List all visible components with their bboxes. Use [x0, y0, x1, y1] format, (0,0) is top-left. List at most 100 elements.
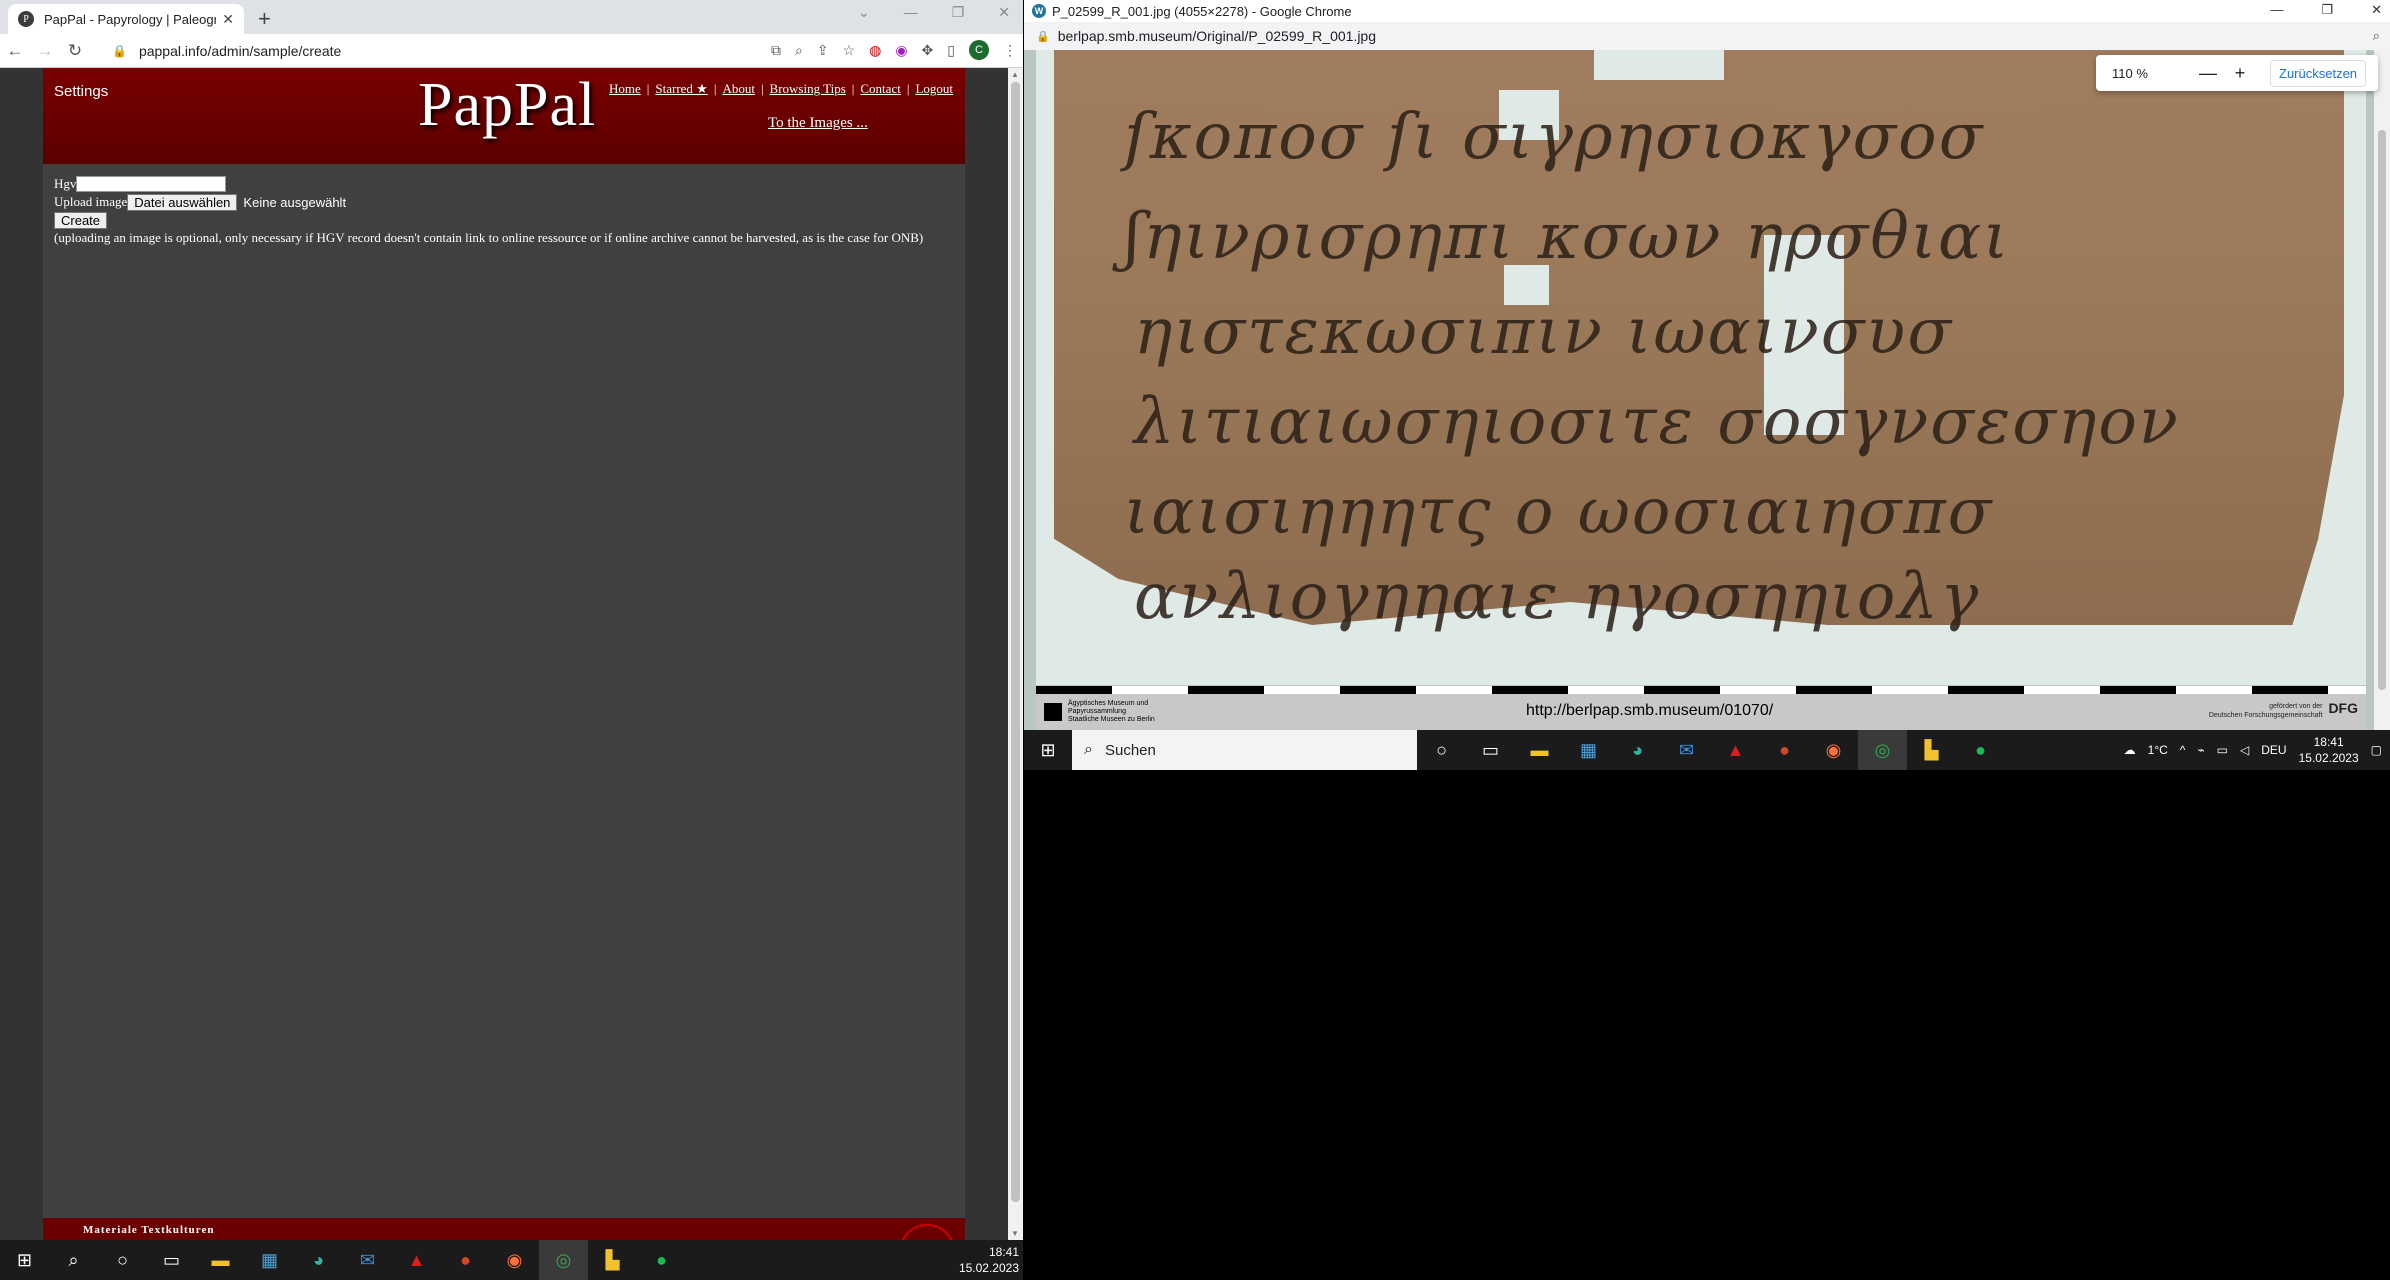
acrobat-icon[interactable]: ▲ [1711, 730, 1760, 770]
settings-link[interactable]: Settings [54, 83, 108, 100]
hgv-input[interactable] [76, 176, 227, 192]
store-icon[interactable]: ▦ [245, 1240, 294, 1280]
extension-purple-icon[interactable]: ◉ [895, 42, 907, 59]
close-window-icon[interactable]: ✕ [998, 4, 1010, 21]
nav-separator: | [851, 81, 855, 96]
weather-icon[interactable]: ☁ [2124, 743, 2136, 757]
file-manager-icon[interactable]: ▙ [1907, 730, 1956, 770]
nav-about[interactable]: About [722, 81, 755, 96]
tab-title: PapPal - Papyrology | Paleograph [44, 11, 217, 27]
scroll-up-icon[interactable]: ▲ [1011, 70, 1019, 79]
profile-avatar[interactable]: C [969, 40, 989, 60]
search-icon[interactable]: ⌕ [49, 1240, 98, 1280]
extensions-puzzle-icon[interactable]: ✥ [922, 42, 934, 59]
battery-icon[interactable]: ▭ [2217, 743, 2228, 757]
speaker-icon[interactable]: ◁ [2240, 743, 2249, 757]
zoom-out-button[interactable]: — [2192, 63, 2224, 84]
windows-start-icon[interactable]: ⊞ [0, 1240, 49, 1280]
sidepanel-icon[interactable]: ▯ [947, 42, 955, 59]
firefox-icon[interactable]: ◉ [490, 1240, 539, 1280]
minimize-icon[interactable]: — [2270, 2, 2283, 18]
file-explorer-icon[interactable]: ▬ [1515, 730, 1564, 770]
spotify-icon[interactable]: ● [1956, 730, 2005, 770]
spotify-icon[interactable]: ● [637, 1240, 686, 1280]
mail-icon[interactable]: ✉ [1662, 730, 1711, 770]
taskbar-clock[interactable]: 18:41 15.02.2023 [2299, 734, 2359, 766]
nav-contact[interactable]: Contact [860, 81, 900, 96]
site-logo: PapPal [418, 71, 597, 139]
network-icon[interactable]: ⌁ [2197, 743, 2204, 757]
handwriting-line: ʃηινρισρηπι κσων ηρσθιαι [1124, 200, 2011, 274]
address-url: pappal.info/admin/sample/create [138, 43, 342, 59]
file-manager-icon[interactable]: ▙ [588, 1240, 637, 1280]
task-view-icon[interactable]: ▭ [1466, 730, 1515, 770]
close-window-icon[interactable]: ✕ [2371, 2, 2382, 18]
zoom-reset-button[interactable]: Zurücksetzen [2270, 59, 2367, 87]
cortana-icon[interactable]: ○ [1417, 730, 1466, 770]
right-scrollbar[interactable] [2374, 50, 2390, 730]
task-view-icon[interactable]: ▭ [147, 1240, 196, 1280]
chevron-up-icon[interactable]: ^ [2180, 743, 2186, 757]
site-header: Settings PapPal Home | Starred ★ | About | Bro… [43, 68, 965, 164]
zoom-in-button[interactable]: + [2224, 63, 2256, 84]
menu-kebab-icon[interactable]: ⋮ [1003, 42, 1017, 59]
reload-icon[interactable]: ↻ [60, 41, 90, 61]
scroll-down-icon[interactable]: ▼ [1011, 1229, 1019, 1238]
powerpoint-icon[interactable]: ● [1760, 730, 1809, 770]
new-tab-icon[interactable]: + [258, 6, 271, 32]
file-explorer-icon[interactable]: ▬ [196, 1240, 245, 1280]
nav-browsing-tips[interactable]: Browsing Tips [770, 81, 846, 96]
tab-pappal[interactable]: P PapPal - Papyrology | Paleograph ✕ [8, 4, 244, 34]
dfg-line: gefördert von der [2269, 703, 2323, 710]
notifications-icon[interactable]: ▢ [2371, 743, 2382, 757]
taskbar-search-box[interactable]: ⌕ Suchen [1072, 730, 1417, 770]
translate-icon[interactable]: ⧉ [771, 42, 781, 59]
nav-home[interactable]: Home [609, 81, 641, 96]
cortana-icon[interactable]: ○ [98, 1240, 147, 1280]
image-viewport[interactable]: ſκοποσ ſι σιγρησιοκγσοσ ʃηινρισρηπι κσων… [1024, 50, 2374, 730]
zoom-icon[interactable]: ⌕ [2373, 28, 2380, 44]
edge-icon[interactable]: ◕ [1613, 730, 1662, 770]
dfg-line: Deutschen Forschungsgemeinschaft [2208, 712, 2323, 719]
right-address-url: berlpap.smb.museum/Original/P_02599_R_00… [1057, 28, 1377, 44]
choose-file-button[interactable]: Datei auswählen [127, 193, 238, 211]
minimize-icon[interactable]: — [904, 4, 918, 21]
chrome-icon[interactable]: ◎ [1858, 730, 1907, 770]
nav-starred[interactable]: Starred ★ [655, 81, 707, 96]
acrobat-icon[interactable]: ▲ [392, 1240, 441, 1280]
close-tab-icon[interactable]: ✕ [222, 11, 234, 28]
lock-icon: 🔒 [1036, 30, 1050, 43]
right-title-bar: W P_02599_R_001.jpg (4055×2278) - Google… [1024, 0, 2390, 22]
page-scrollbar[interactable]: ▲ ▼ [1008, 68, 1023, 1240]
weather-temp[interactable]: 1°C [2148, 743, 2168, 757]
language-indicator[interactable]: DEU [2261, 743, 2286, 757]
to-images-link[interactable]: To the Images ... [768, 115, 868, 132]
extension-red-icon[interactable]: ◍ [869, 42, 881, 59]
share-icon[interactable]: ⇪ [817, 42, 829, 59]
handwriting-line: ſκοποσ ſι σιγρησιοκγσοσ [1124, 100, 1985, 174]
edge-icon[interactable]: ◕ [294, 1240, 343, 1280]
nav-logout[interactable]: Logout [915, 81, 953, 96]
chrome-icon[interactable]: ◎ [539, 1240, 588, 1280]
create-button[interactable]: Create [54, 211, 108, 229]
chevron-down-icon[interactable]: ⌄ [858, 4, 870, 21]
scroll-thumb[interactable] [2378, 130, 2386, 690]
forward-icon[interactable]: → [30, 41, 60, 61]
clock-time: 18:41 [2313, 735, 2344, 749]
restore-icon[interactable]: ❐ [952, 4, 965, 21]
scroll-thumb[interactable] [1011, 82, 1020, 1202]
zoom-icon[interactable]: ⌕ [795, 42, 803, 59]
taskbar-clock[interactable]: 18:41 15.02.2023 [959, 1244, 1019, 1276]
restore-icon[interactable]: ❐ [2321, 2, 2333, 18]
bookmark-star-icon[interactable]: ☆ [843, 42, 856, 59]
store-icon[interactable]: ▦ [1564, 730, 1613, 770]
mail-icon[interactable]: ✉ [343, 1240, 392, 1280]
handwriting-line: ηιστεκωσιπιν ιωαινσυσ [1134, 295, 1953, 369]
footer-logo-circle [899, 1224, 955, 1240]
powerpoint-icon[interactable]: ● [441, 1240, 490, 1280]
firefox-icon[interactable]: ◉ [1809, 730, 1858, 770]
back-icon[interactable]: ← [0, 41, 30, 61]
windows-start-icon[interactable]: ⊞ [1024, 740, 1072, 761]
address-bar[interactable]: 🔒 pappal.info/admin/sample/create [112, 40, 692, 62]
right-address-bar[interactable]: 🔒 berlpap.smb.museum/Original/P_02599_R_… [1024, 22, 2390, 50]
